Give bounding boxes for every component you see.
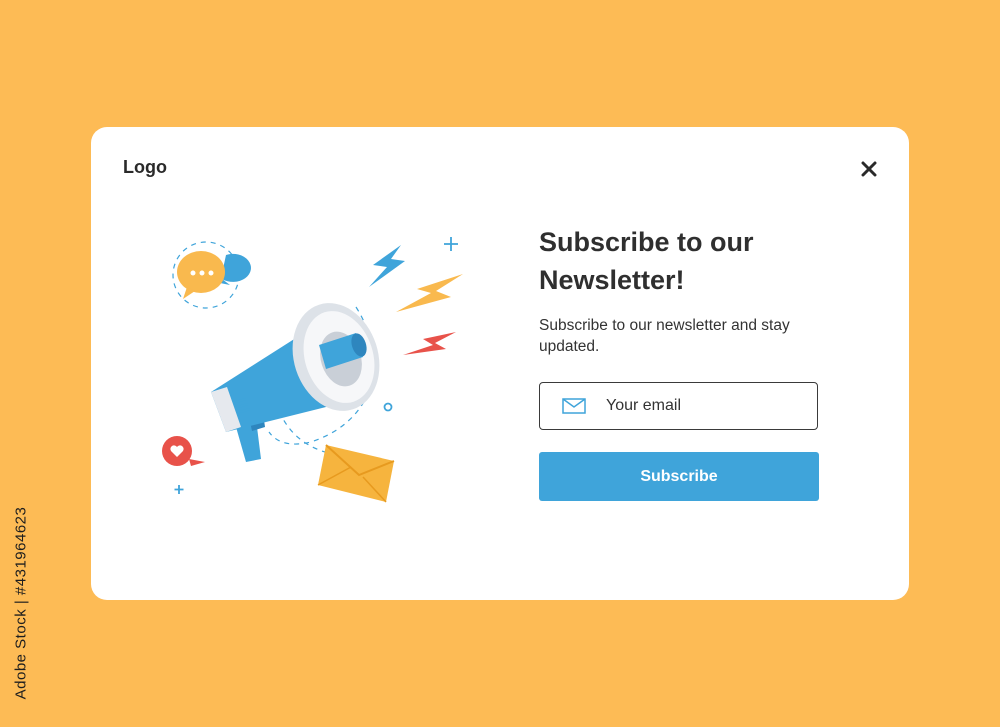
lightning-icon [369,245,463,355]
page-title: Subscribe to our Newsletter! [539,227,754,295]
email-field[interactable] [539,382,818,430]
close-icon [861,161,877,177]
megaphone-icon [211,303,380,462]
subtitle: Subscribe to our newsletter and stay upd… [539,317,790,355]
newsletter-modal: Logo Subscribe to our Newsletter! Subscr… [91,127,909,600]
mail-icon [562,398,586,414]
megaphone-illustration [162,237,463,503]
stock-id-text: Adobe Stock | #431964623 [12,506,30,700]
logo: Logo [123,157,167,177]
chat-bubble-icon [177,251,251,299]
subscribe-button[interactable]: Subscribe [539,452,819,501]
stock-id-watermark: Adobe Stock | #431964623 [9,490,33,716]
close-button[interactable] [855,155,883,183]
heart-bubble-icon [162,436,205,466]
envelope-icon [317,444,395,503]
email-input[interactable] [604,396,798,416]
